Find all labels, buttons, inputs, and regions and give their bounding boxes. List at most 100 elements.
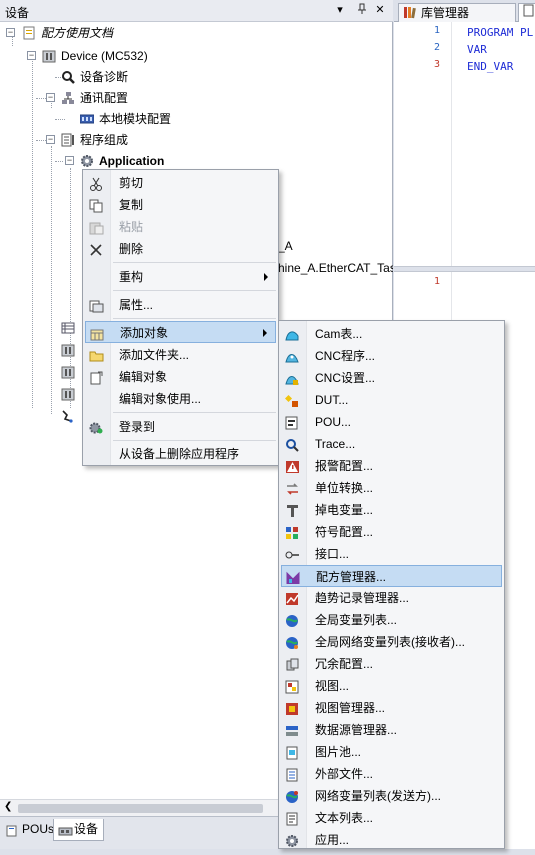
submenu-item-label: 应用... xyxy=(315,833,350,847)
menu-item-edit-object[interactable]: 编辑对象 xyxy=(85,366,276,388)
submenu-item-redundancy-config[interactable]: 冗余配置... xyxy=(281,653,502,675)
devices-icon xyxy=(58,823,73,836)
pane-dropdown-icon[interactable]: ▾ xyxy=(333,3,347,17)
properties-icon xyxy=(89,298,104,313)
tree-item-motion[interactable] xyxy=(61,406,81,426)
code-line[interactable]: END_VAR xyxy=(467,58,513,75)
menu-item-add-folder[interactable]: 添加文件夹... xyxy=(85,344,276,366)
global-network-var-icon xyxy=(285,635,300,649)
tree-item-task-config[interactable] xyxy=(61,318,81,338)
tab-pous[interactable]: POUs xyxy=(2,819,59,841)
submenu-item-global-var-list[interactable]: 全局变量列表... xyxy=(281,609,502,631)
submenu-item-cnc-program[interactable]: CNC程序... xyxy=(281,345,502,367)
menu-item-refactor-label: 重构 xyxy=(119,270,144,284)
menu-item-remove-app[interactable]: 从设备上删除应用程序 xyxy=(85,443,276,465)
submenu-item-external-file[interactable]: 外部文件... xyxy=(281,763,502,785)
submenu-item-unit-conversion[interactable]: 单位转换... xyxy=(281,477,502,499)
add-object-icon xyxy=(90,326,105,341)
expand-device-toggle[interactable]: − xyxy=(27,51,36,60)
pane-title: 设备 xyxy=(5,6,30,20)
pane-pin-icon[interactable] xyxy=(355,3,369,17)
menu-item-add-object-label: 添加对象 xyxy=(120,326,169,340)
tree-item-device-4[interactable] xyxy=(61,384,81,404)
folder-icon xyxy=(89,348,104,362)
expand-application-toggle[interactable]: − xyxy=(65,156,74,165)
axis-icon xyxy=(61,409,75,423)
tree-item-device-2[interactable] xyxy=(61,340,81,360)
submenu-item-network-var-list-sender[interactable]: 网络变量列表(发送方)... xyxy=(281,785,502,807)
tab-pou-editor[interactable] xyxy=(518,3,535,22)
tree-item-device-3[interactable] xyxy=(61,362,81,382)
submenu-item-symbol-config[interactable]: 符号配置... xyxy=(281,521,502,543)
pane-close-icon[interactable]: ✕ xyxy=(373,3,387,17)
tree-item-local-module-label: 本地模块配置 xyxy=(99,112,172,126)
submenu-item-datasource-manager[interactable]: 数据源管理器... xyxy=(281,719,502,741)
menu-item-login-label: 登录到 xyxy=(119,420,156,434)
expand-root-toggle[interactable]: − xyxy=(6,28,15,37)
dut-icon xyxy=(284,393,300,407)
code-line[interactable]: PROGRAM PL xyxy=(467,24,533,41)
submenu-item-label: 趋势记录管理器... xyxy=(315,591,410,605)
menu-item-properties[interactable]: 属性... xyxy=(85,294,276,316)
tree-item-partial-2-label: hine_A.EtherCAT_Task xyxy=(278,261,393,275)
submenu-item-cnc-settings[interactable]: CNC设置... xyxy=(281,367,502,389)
scroll-left-icon[interactable]: ❮ xyxy=(4,801,12,812)
submenu-item-dut[interactable]: DUT... xyxy=(281,389,502,411)
menu-item-edit-object-label: 编辑对象 xyxy=(119,370,168,384)
submenu-item-trend-manager[interactable]: 趋势记录管理器... xyxy=(281,587,502,609)
submenu-item-label: 图片池... xyxy=(315,745,362,759)
line-number: 3 xyxy=(433,59,440,70)
paste-icon xyxy=(89,220,104,235)
expand-comm-toggle[interactable]: − xyxy=(46,93,55,102)
pou-document-icon xyxy=(523,4,535,20)
tab-devices[interactable]: 设备 xyxy=(53,819,105,841)
menu-item-copy[interactable]: 复制 xyxy=(85,194,276,216)
submenu-item-visualization[interactable]: 视图... xyxy=(281,675,502,697)
submenu-item-label: 掉电变量... xyxy=(315,503,374,517)
submenu-item-alarm-config[interactable]: 报警配置... xyxy=(281,455,502,477)
pou-icon xyxy=(285,415,300,430)
menu-item-add-folder-label: 添加文件夹... xyxy=(119,348,190,362)
menu-item-delete[interactable]: 删除 xyxy=(85,238,276,260)
submenu-item-interface[interactable]: 接口... xyxy=(281,543,502,565)
tab-library-manager[interactable]: 库管理器 xyxy=(398,3,516,22)
tree-item-partial-1[interactable]: _A xyxy=(278,236,293,256)
tree-item-root-label: 配方使用文档 xyxy=(41,26,114,40)
submenu-item-pou[interactable]: POU... xyxy=(281,411,502,433)
menu-item-edit-object-with[interactable]: 编辑对象使用... xyxy=(85,388,276,410)
plc-device-icon xyxy=(61,387,75,401)
submenu-item-label: 全局网络变量列表(接收者)... xyxy=(315,635,465,649)
submenu-item-global-network-var-list[interactable]: 全局网络变量列表(接收者)... xyxy=(281,631,502,653)
submenu-item-label: POU... xyxy=(315,415,352,429)
recipe-manager-icon xyxy=(286,570,301,584)
submenu-item-image-pool[interactable]: 图片池... xyxy=(281,741,502,763)
submenu-item-cam-table[interactable]: Cam表... xyxy=(281,323,502,345)
submenu-item-application[interactable]: 应用... xyxy=(281,829,502,851)
menu-item-login[interactable]: 登录到 xyxy=(85,416,276,438)
submenu-item-label: Trace... xyxy=(315,437,356,451)
submenu-item-label: 视图管理器... xyxy=(315,701,386,715)
plc-device-icon xyxy=(42,49,56,63)
submenu-item-trace[interactable]: Trace... xyxy=(281,433,502,455)
submenu-item-persistent-vars[interactable]: 掉电变量... xyxy=(281,499,502,521)
menu-item-remove-app-label: 从设备上删除应用程序 xyxy=(119,447,240,461)
menu-item-cut[interactable]: 剪切 xyxy=(85,172,276,194)
submenu-item-visu-manager[interactable]: 视图管理器... xyxy=(281,697,502,719)
visualization-icon xyxy=(285,679,300,694)
text-list-icon xyxy=(285,811,300,826)
pou-icon xyxy=(6,823,19,837)
menu-item-paste[interactable]: 粘贴 xyxy=(85,216,276,238)
trend-manager-icon xyxy=(285,591,300,605)
submenu-item-label: 报警配置... xyxy=(315,459,374,473)
menu-item-add-object[interactable]: 添加对象 xyxy=(85,321,276,343)
submenu-item-text-list[interactable]: 文本列表... xyxy=(281,807,502,829)
submenu-item-recipe-manager[interactable]: 配方管理器... xyxy=(281,565,502,587)
menu-item-paste-label: 粘贴 xyxy=(119,220,144,234)
cnc-settings-icon xyxy=(285,371,300,385)
menu-item-refactor[interactable]: 重构 xyxy=(85,266,276,288)
tab-library-manager-label: 库管理器 xyxy=(421,6,470,20)
code-line[interactable]: VAR xyxy=(467,41,487,58)
expand-program-toggle[interactable]: − xyxy=(46,135,55,144)
tree-item-partial-2[interactable]: hine_A.EtherCAT_Task xyxy=(278,258,393,278)
scrollbar-thumb[interactable] xyxy=(18,804,263,813)
